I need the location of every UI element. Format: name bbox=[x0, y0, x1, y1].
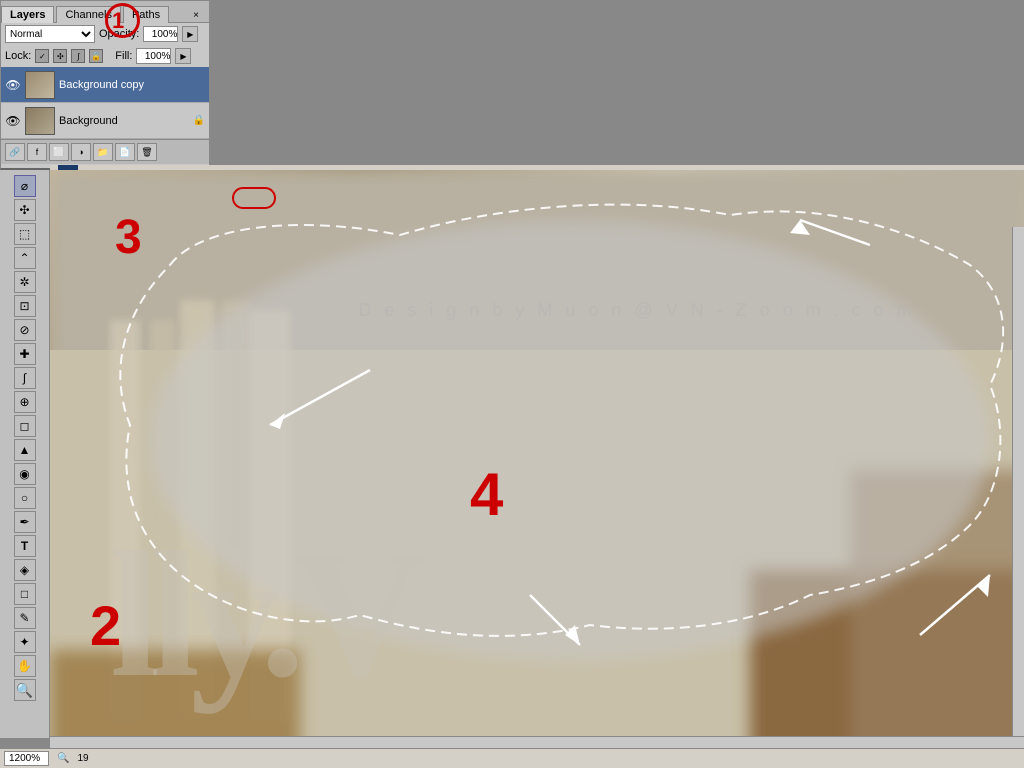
shape-tool-btn[interactable]: □ bbox=[14, 583, 36, 605]
pen-tool-btn[interactable]: ✒ bbox=[14, 511, 36, 533]
canvas-area: lly.V D e s i g n b y M u o n @ V N - Z … bbox=[50, 170, 1024, 738]
opacity-input[interactable] bbox=[143, 26, 178, 42]
layer-item-background[interactable]: 👁 Background 🔒 bbox=[1, 103, 209, 139]
lasso2-tool-btn[interactable]: ⌃ bbox=[14, 247, 36, 269]
opacity-arrow[interactable]: ▶ bbox=[182, 26, 198, 42]
tab-paths[interactable]: Paths bbox=[123, 6, 169, 23]
text-tool-btn[interactable]: T bbox=[14, 535, 36, 557]
status-doc-info: 19 bbox=[77, 753, 88, 764]
lock-check-icon[interactable]: ✓ bbox=[35, 49, 49, 63]
move-tool-btn[interactable]: ✣ bbox=[14, 199, 36, 221]
mask-icon[interactable]: ⬜ bbox=[49, 143, 69, 161]
slice-tool-btn[interactable]: ⊘ bbox=[14, 319, 36, 341]
eyedrop-tool-btn[interactable]: ✦ bbox=[14, 631, 36, 653]
heal-tool-btn[interactable]: ✚ bbox=[14, 343, 36, 365]
hand-tool-btn[interactable]: ✋ bbox=[14, 655, 36, 677]
fill-arrow[interactable]: ▶ bbox=[175, 48, 191, 64]
dodge-tool-btn[interactable]: ○ bbox=[14, 487, 36, 509]
erase-tool-btn[interactable]: ◻ bbox=[14, 415, 36, 437]
clone-tool-btn[interactable]: ⊕ bbox=[14, 391, 36, 413]
paint-tool-btn[interactable]: ▲ bbox=[14, 439, 36, 461]
lock-move-icon[interactable]: ✣ bbox=[53, 49, 67, 63]
folder-icon[interactable]: 📁 bbox=[93, 143, 113, 161]
scrollbar-vertical[interactable] bbox=[1012, 227, 1024, 736]
layer-thumb-background bbox=[25, 107, 55, 135]
canvas-image: lly.V D e s i g n b y M u o n @ V N - Z … bbox=[50, 170, 1024, 738]
adj-icon[interactable]: ◑ bbox=[71, 143, 91, 161]
notes-tool-btn[interactable]: ✎ bbox=[14, 607, 36, 629]
layer-item-bg-copy[interactable]: 👁 Background copy bbox=[1, 67, 209, 103]
panel-tabs: Layers Channels Paths × bbox=[1, 1, 209, 23]
magnify-icon[interactable]: 🔍 bbox=[57, 753, 69, 764]
lock-row: Lock: ✓ ✣ ∫ 🔒 Fill: ▶ bbox=[1, 45, 209, 67]
layer-thumb-bg-copy bbox=[25, 71, 55, 99]
layer-eye-background[interactable]: 👁 bbox=[5, 113, 21, 129]
lock-all-icon[interactable]: 🔒 bbox=[89, 49, 103, 63]
layer-lock-icon: 🔒 bbox=[193, 115, 205, 126]
layer-name-bg-copy: Background copy bbox=[59, 79, 205, 91]
scrollbar-horizontal[interactable] bbox=[50, 736, 1024, 748]
panel-close-btn[interactable]: × bbox=[185, 8, 207, 23]
layers-panel: Layers Channels Paths × Normal Opacity: … bbox=[0, 0, 210, 170]
zoom-tool-btn[interactable]: 🔍 bbox=[14, 679, 36, 701]
tab-layers[interactable]: Layers bbox=[1, 6, 54, 23]
left-toolbar: ⌀ ✣ ⬚ ⌃ ✲ ⊡ ⊘ ✚ ∫ ⊕ ◻ ▲ ◉ ○ ✒ T ◈ □ ✎ ✦ … bbox=[0, 170, 50, 738]
marquee-tool-btn[interactable]: ⬚ bbox=[14, 223, 36, 245]
fill-input[interactable] bbox=[136, 48, 171, 64]
lock-paint-icon[interactable]: ∫ bbox=[71, 49, 85, 63]
blend-mode-row: Normal Opacity: ▶ bbox=[1, 23, 209, 45]
layer-eye-bg-copy[interactable]: 👁 bbox=[5, 77, 21, 93]
wand-tool-btn[interactable]: ✲ bbox=[14, 271, 36, 293]
brush-tool-btn[interactable]: ∫ bbox=[14, 367, 36, 389]
delete-layer-icon[interactable]: 🗑 bbox=[137, 143, 157, 161]
tab-channels[interactable]: Channels bbox=[56, 6, 120, 23]
crop-tool-btn[interactable]: ⊡ bbox=[14, 295, 36, 317]
fill-label: Fill: bbox=[115, 50, 132, 62]
layer-name-background: Background bbox=[59, 115, 189, 127]
effects-icon[interactable]: f bbox=[27, 143, 47, 161]
panel-bottom-icons: 🔗 f ⬜ ◑ 📁 📄 🗑 bbox=[1, 139, 209, 164]
link-icon[interactable]: 🔗 bbox=[5, 143, 25, 161]
blur-tool-btn[interactable]: ◉ bbox=[14, 463, 36, 485]
lock-label: Lock: bbox=[5, 50, 31, 62]
zoom-input[interactable] bbox=[4, 751, 49, 766]
status-bar: 🔍 19 bbox=[0, 748, 1024, 768]
bg-svg bbox=[50, 170, 1024, 738]
opacity-label: Opacity: bbox=[99, 28, 139, 40]
lasso-tool-btn[interactable]: ⌀ bbox=[14, 175, 36, 197]
new-layer-icon[interactable]: 📄 bbox=[115, 143, 135, 161]
path-sel-btn[interactable]: ◈ bbox=[14, 559, 36, 581]
blend-mode-select[interactable]: Normal bbox=[5, 25, 95, 43]
